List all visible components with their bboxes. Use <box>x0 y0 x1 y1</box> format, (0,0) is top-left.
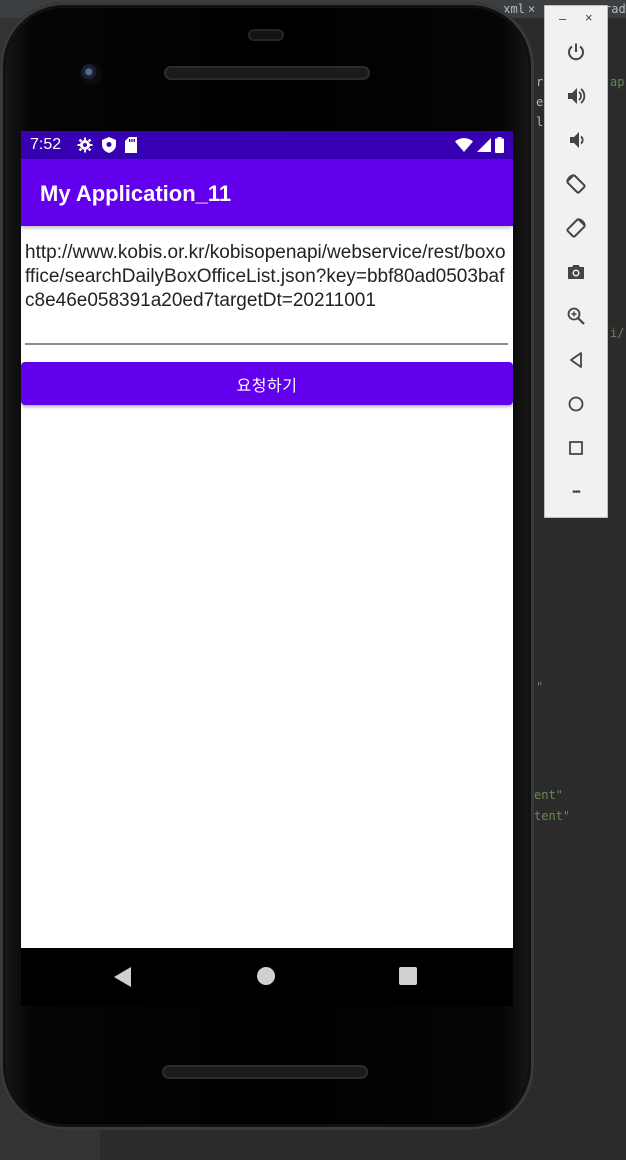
rotate-left-icon[interactable] <box>561 169 591 199</box>
battery-icon <box>495 137 504 153</box>
app-bar: My Application_11 <box>21 159 513 226</box>
ide-code-line: ent" <box>534 788 563 802</box>
ide-code-fragment: e <box>536 95 544 109</box>
ide-code-fragment: i/ <box>610 326 625 340</box>
url-input[interactable]: http://www.kobis.or.kr/kobisopenapi/webs… <box>25 241 508 313</box>
status-icons-left <box>77 137 137 153</box>
emulator-toolbar: – × ••• <box>544 5 608 518</box>
bottom-speaker-grille <box>162 1065 368 1079</box>
sd-card-icon <box>125 137 137 153</box>
recents-icon[interactable] <box>399 967 417 985</box>
request-button-label: 요청하기 <box>236 377 298 395</box>
back-icon[interactable] <box>114 967 131 987</box>
status-bar: 7:52 <box>21 131 513 159</box>
power-icon[interactable] <box>561 37 591 67</box>
ide-code-fragment: r <box>536 75 544 89</box>
front-camera <box>80 63 102 85</box>
home-circle-icon[interactable] <box>561 389 591 419</box>
request-button[interactable]: 요청하기 <box>21 362 513 405</box>
volume-down-icon[interactable] <box>561 125 591 155</box>
zoom-icon[interactable] <box>561 301 591 331</box>
volume-up-icon[interactable] <box>561 81 591 111</box>
camera-screenshot-icon[interactable] <box>561 257 591 287</box>
status-icons-right <box>455 137 504 153</box>
ide-tab-close-icon[interactable]: × <box>528 2 535 16</box>
more-options-icon[interactable]: ••• <box>561 477 591 507</box>
minimize-button[interactable]: – <box>559 11 566 26</box>
ide-code-line: tent" <box>534 809 571 823</box>
shield-icon <box>102 137 116 153</box>
ide-code-fragment: ap <box>610 75 625 89</box>
url-input-underline <box>25 343 508 345</box>
phone-screen: 7:52 My Application_11 http://www.kobis.… <box>21 131 513 948</box>
overview-square-icon[interactable] <box>561 433 591 463</box>
settings-gear-icon <box>77 137 93 153</box>
ide-code-fragment: " <box>536 680 544 694</box>
close-button[interactable]: × <box>585 10 593 25</box>
top-speaker-grille <box>164 66 370 80</box>
rotate-right-icon[interactable] <box>561 213 591 243</box>
wifi-icon <box>455 138 473 152</box>
ide-code-fragment: l <box>536 115 544 129</box>
toolbar-header: – × <box>545 6 607 32</box>
earpiece <box>248 29 284 41</box>
app-title: My Application_11 <box>40 181 232 206</box>
cell-signal-icon <box>477 138 491 152</box>
navigation-bar <box>21 948 513 1006</box>
back-triangle-icon[interactable] <box>561 345 591 375</box>
status-time: 7:52 <box>30 136 62 153</box>
home-icon[interactable] <box>257 967 275 985</box>
